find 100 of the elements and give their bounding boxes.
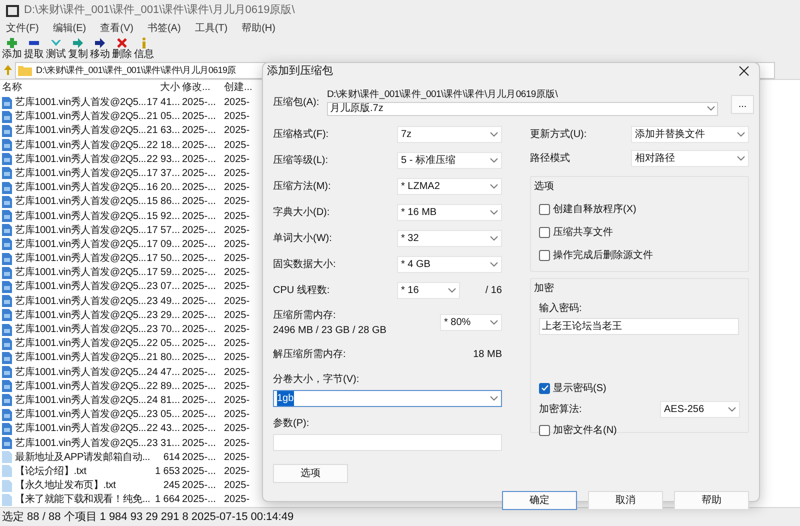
toolbar-button[interactable]: 提取 xyxy=(23,36,45,62)
dropdown-value: 1gb xyxy=(277,390,294,406)
dropdown[interactable]: * 16 xyxy=(397,282,460,299)
file-size: 23 07... xyxy=(146,280,180,294)
dropdown-value: * 16 MB xyxy=(401,206,437,220)
dropdown[interactable]: * 80% xyxy=(440,314,502,332)
column-header[interactable]: 创建... xyxy=(224,80,254,96)
file-name[interactable]: 艺库1001.vin秀人首发@2Q5... xyxy=(15,308,146,323)
file-name[interactable]: 【永久地址发布页】.txt xyxy=(15,478,116,494)
menu-item[interactable]: 书签(A) xyxy=(147,21,181,36)
document-icon xyxy=(2,451,12,464)
dialog-button[interactable]: 帮助 xyxy=(674,490,749,510)
toolbar-button[interactable]: 删除 xyxy=(111,36,133,62)
file-size: 23 29... xyxy=(146,308,180,323)
file-created: 2025- xyxy=(224,436,250,451)
file-name[interactable]: 艺库1001.vin秀人首发@2Q5... xyxy=(15,236,146,252)
toolbar-button[interactable]: 移动 xyxy=(89,36,111,62)
file-name[interactable]: 艺库1001.vin秀人首发@2Q5... xyxy=(15,109,146,124)
dropdown[interactable]: AES-256 xyxy=(660,400,740,418)
menu-item[interactable]: 工具(T) xyxy=(194,21,228,36)
dropdown[interactable]: * 4 GB xyxy=(397,256,502,273)
file-name[interactable]: 艺库1001.vin秀人首发@2Q5... xyxy=(15,407,146,422)
file-size: 23 31... xyxy=(146,436,180,451)
file-name[interactable]: 艺库1001.vin秀人首发@2Q5... xyxy=(15,265,146,280)
dropdown[interactable]: * 16 MB xyxy=(397,204,502,221)
password-field[interactable]: 上老王论坛当老王 xyxy=(539,318,739,335)
parameters-field[interactable] xyxy=(273,434,502,451)
file-created: 2025- xyxy=(224,294,250,309)
file-name[interactable]: 艺库1001.vin秀人首发@2Q5... xyxy=(15,222,146,238)
column-header[interactable]: 大小 xyxy=(150,80,180,96)
toolbar-button[interactable]: 复制 xyxy=(67,36,89,62)
file-icon xyxy=(2,422,12,435)
file-name[interactable]: 艺库1001.vin秀人首发@2Q5... xyxy=(15,364,146,380)
checkbox[interactable] xyxy=(539,204,550,215)
close-icon[interactable] xyxy=(739,66,749,76)
checkbox[interactable] xyxy=(539,226,550,238)
menu-item[interactable]: 编辑(E) xyxy=(52,21,86,36)
menu-item[interactable]: 帮助(H) xyxy=(242,21,276,36)
file-name[interactable]: 艺库1001.vin秀人首发@2Q5... xyxy=(15,421,146,436)
file-name[interactable]: 艺库1001.vin秀人首发@2Q5... xyxy=(15,166,146,181)
dropdown[interactable]: * LZMA2 xyxy=(397,178,502,195)
file-icon xyxy=(2,394,12,406)
dropdown[interactable]: 添加并替换文件 xyxy=(631,126,749,143)
dropdown[interactable]: 5 - 标准压缩 xyxy=(397,152,502,169)
file-icon xyxy=(2,280,12,293)
file-modified: 2025-... xyxy=(182,252,216,266)
file-modified: 2025-... xyxy=(182,337,216,352)
browse-button[interactable]: ... xyxy=(731,95,754,114)
menu-item[interactable]: 文件(F) xyxy=(6,21,39,36)
field-label: 输入密码: xyxy=(539,302,583,316)
field-label: 路径模式 xyxy=(530,152,570,166)
field-label: 压缩方法(M): xyxy=(273,180,331,194)
file-name[interactable]: 艺库1001.vin秀人首发@2Q5... xyxy=(15,95,146,110)
menu-item[interactable]: 查看(V) xyxy=(100,21,134,36)
file-name[interactable]: 艺库1001.vin秀人首发@2Q5... xyxy=(15,322,146,338)
file-name[interactable]: 艺库1001.vin秀人首发@2Q5... xyxy=(15,194,146,210)
file-name[interactable]: 艺库1001.vin秀人首发@2Q5... xyxy=(15,336,146,352)
dialog-button[interactable]: 确定 xyxy=(502,490,577,510)
toolbar-button[interactable]: 添加 xyxy=(1,36,23,62)
file-modified: 2025-... xyxy=(182,181,216,196)
toolbar-button[interactable]: 测试 xyxy=(45,36,67,62)
file-name[interactable]: 艺库1001.vin秀人首发@2Q5... xyxy=(15,294,146,309)
toolbar-button[interactable]: 信息 xyxy=(133,36,155,62)
dropdown[interactable]: 1gb xyxy=(273,390,502,407)
file-name[interactable]: 艺库1001.vin秀人首发@2Q5... xyxy=(15,123,146,138)
file-name[interactable]: 最新地址及APP请发邮箱自动... xyxy=(15,450,150,465)
arrow-right-icon xyxy=(72,37,84,50)
file-name[interactable]: 艺库1001.vin秀人首发@2Q5... xyxy=(15,152,146,167)
file-name[interactable]: 艺库1001.vin秀人首发@2Q5... xyxy=(15,208,146,224)
file-name[interactable]: 艺库1001.vin秀人首发@2Q5... xyxy=(15,436,146,451)
file-name[interactable]: 艺库1001.vin秀人首发@2Q5... xyxy=(15,392,146,408)
file-created: 2025- xyxy=(224,323,250,338)
column-header[interactable]: 名称 xyxy=(2,80,150,96)
file-icon xyxy=(2,196,12,208)
file-size: 17 37... xyxy=(146,166,180,181)
file-name[interactable]: 艺库1001.vin秀人首发@2Q5... xyxy=(15,279,146,294)
checkbox[interactable] xyxy=(539,424,550,436)
checkbox[interactable] xyxy=(539,382,550,394)
file-name[interactable]: 【来了就能下载和观看！纯免... xyxy=(15,492,150,508)
file-name[interactable]: 【论坛介绍】.txt xyxy=(15,464,86,479)
file-name[interactable]: 艺库1001.vin秀人首发@2Q5... xyxy=(15,251,146,266)
column-header[interactable]: 修改... xyxy=(182,80,222,96)
file-name[interactable]: 艺库1001.vin秀人首发@2Q5... xyxy=(15,138,146,153)
file-created: 2025- xyxy=(224,308,250,323)
options-button[interactable]: 选项 xyxy=(273,464,348,483)
file-icon xyxy=(2,224,12,236)
file-name[interactable]: 艺库1001.vin秀人首发@2Q5... xyxy=(15,378,146,394)
file-name[interactable]: 艺库1001.vin秀人首发@2Q5... xyxy=(15,350,146,366)
dropdown[interactable]: 相对路径 xyxy=(631,150,749,167)
dialog-button[interactable]: 取消 xyxy=(588,490,663,510)
dropdown[interactable]: * 32 xyxy=(397,230,502,247)
file-created: 2025- xyxy=(224,266,250,280)
archive-name-field[interactable]: 月儿原版.7z xyxy=(327,102,718,116)
file-size: 23 05... xyxy=(146,408,180,422)
archive-folder: D:\来财\课件_001\课件_001\课件\课件\月儿月0619原版\ xyxy=(327,88,559,102)
dropdown[interactable]: 7z xyxy=(397,126,502,143)
file-size: 1 664 xyxy=(154,493,180,508)
checkbox[interactable] xyxy=(539,250,550,261)
file-name[interactable]: 艺库1001.vin秀人首发@2Q5... xyxy=(15,180,146,196)
checkbox-label: 压缩共享文件 xyxy=(553,226,613,240)
